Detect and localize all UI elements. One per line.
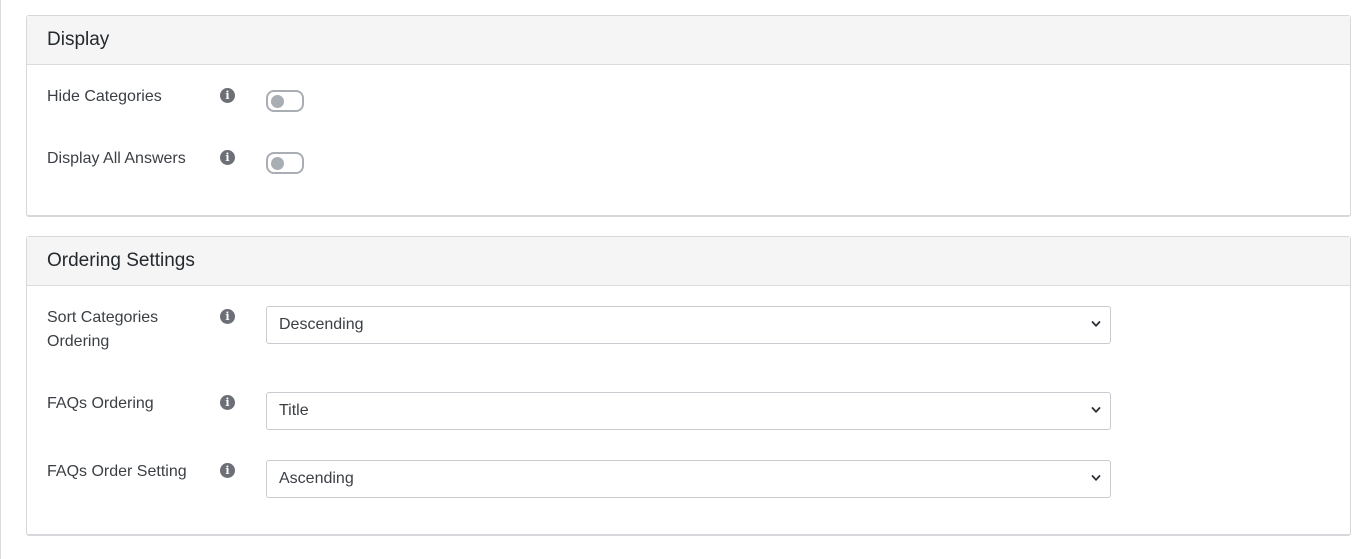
display-panel: Display Hide Categories i Display All An… [26,15,1351,217]
faqs-order-setting-value: Ascending [279,470,354,487]
display-panel-title: Display [27,16,1350,65]
toggle-knob [271,95,284,108]
hide-categories-toggle[interactable] [266,90,304,112]
info-icon[interactable]: i [220,150,235,165]
info-icon[interactable]: i [220,309,235,324]
display-all-answers-label: Display All Answers [47,150,186,167]
chevron-down-icon [1091,475,1101,481]
sort-categories-ordering-value: Descending [279,316,364,333]
chevron-down-icon [1091,407,1101,413]
ordering-settings-title: Ordering Settings [27,237,1350,286]
faqs-order-setting-select[interactable]: Ascending [266,460,1111,498]
display-all-answers-toggle[interactable] [266,152,304,174]
faqs-ordering-label: FAQs Ordering [47,395,154,412]
info-icon[interactable]: i [220,395,235,410]
ordering-settings-panel: Ordering Settings Sort Categories Orderi… [26,236,1351,536]
faqs-ordering-select[interactable]: Title [266,392,1111,430]
faqs-ordering-value: Title [279,402,309,419]
faqs-order-setting-label: FAQs Order Setting [47,463,187,480]
info-icon[interactable]: i [220,88,235,103]
info-icon[interactable]: i [220,463,235,478]
chevron-down-icon [1091,321,1101,327]
sort-categories-ordering-label: Sort Categories Ordering [47,309,159,350]
toggle-knob [271,157,284,170]
hide-categories-label: Hide Categories [47,88,162,105]
sort-categories-ordering-select[interactable]: Descending [266,306,1111,344]
settings-page: Display Hide Categories i Display All An… [0,0,1369,559]
